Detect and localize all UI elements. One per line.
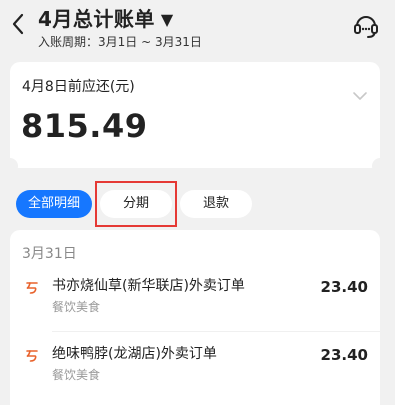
due-date-label: 4月8日前应还(元) (22, 79, 135, 95)
tab-refund[interactable]: 退款 (180, 190, 252, 218)
list-item[interactable]: 书亦烧仙草(新华联店)外卖订单 餐饮美食 23.40 (10, 276, 380, 320)
transaction-category: 餐饮美食 (52, 300, 101, 314)
amount-due-value: 815.49 (21, 107, 148, 145)
transaction-amount: 23.40 (320, 278, 368, 296)
filter-tabs: 全部明细 分期 退款 (0, 190, 395, 220)
dining-icon (26, 350, 38, 362)
caret-down-icon: ▼ (160, 10, 174, 29)
chevron-down-icon[interactable] (352, 90, 368, 102)
transaction-title: 绝味鸭脖(龙湖店)外卖订单 (52, 346, 217, 362)
transaction-title: 书亦烧仙草(新华联店)外卖订单 (52, 278, 245, 294)
transaction-category: 餐饮美食 (52, 368, 101, 382)
list-item[interactable]: 绝味鸭脖(龙湖店)外卖订单 餐饮美食 23.40 (10, 344, 380, 388)
amount-due-card[interactable]: 4月8日前应还(元) 815.49 (2, 62, 388, 174)
date-header: 3月31日 (22, 246, 77, 262)
page-title: 4月总计账单 (38, 7, 155, 31)
billing-period: 入账周期：3月1日 ~ 3月31日 (38, 35, 202, 49)
transaction-list: 3月31日 书亦烧仙草(新华联店)外卖订单 餐饮美食 23.40 绝味鸭脖(龙湖… (10, 230, 380, 405)
card-notch-right (372, 158, 388, 174)
back-arrow-icon[interactable] (10, 12, 26, 36)
divider (52, 331, 380, 332)
top-bar: 4月总计账单 ▼ 入账周期：3月1日 ~ 3月31日 (0, 0, 395, 56)
card-notch-left (2, 158, 18, 174)
dining-icon (26, 282, 38, 294)
bill-title-dropdown[interactable]: 4月总计账单 ▼ (38, 6, 174, 33)
tab-installment[interactable]: 分期 (100, 190, 172, 218)
tab-all-details[interactable]: 全部明细 (16, 190, 92, 218)
customer-service-headset-icon[interactable] (352, 12, 380, 40)
transaction-amount: 23.40 (320, 346, 368, 364)
